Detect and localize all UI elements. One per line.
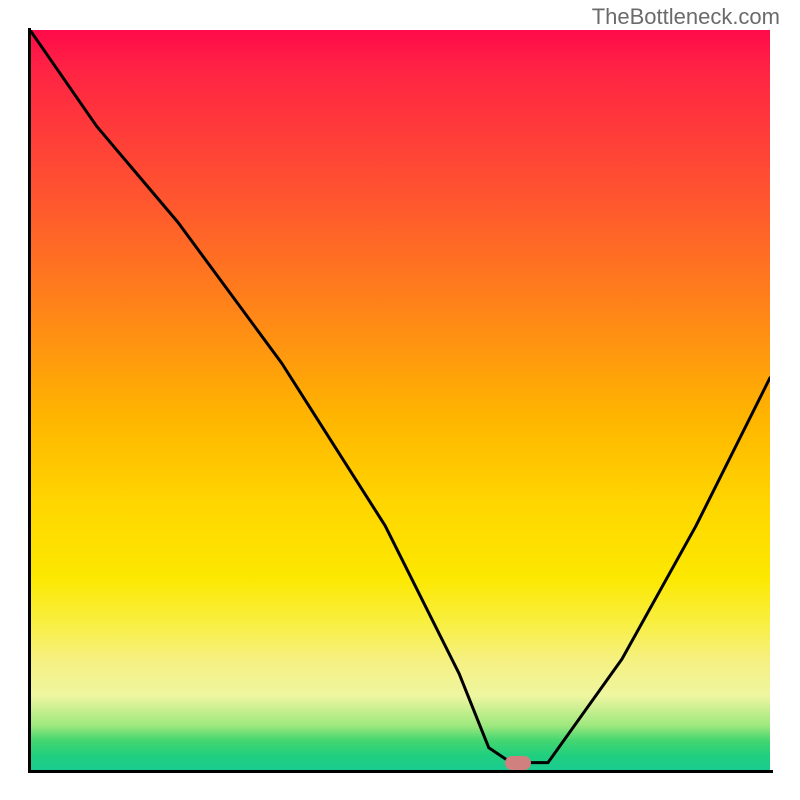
x-axis (28, 770, 773, 773)
y-axis (28, 28, 31, 773)
plot-gradient-background (30, 30, 770, 770)
chart-container: TheBottleneck.com (0, 0, 800, 800)
optimal-marker (505, 756, 531, 770)
watermark-text: TheBottleneck.com (592, 4, 780, 30)
